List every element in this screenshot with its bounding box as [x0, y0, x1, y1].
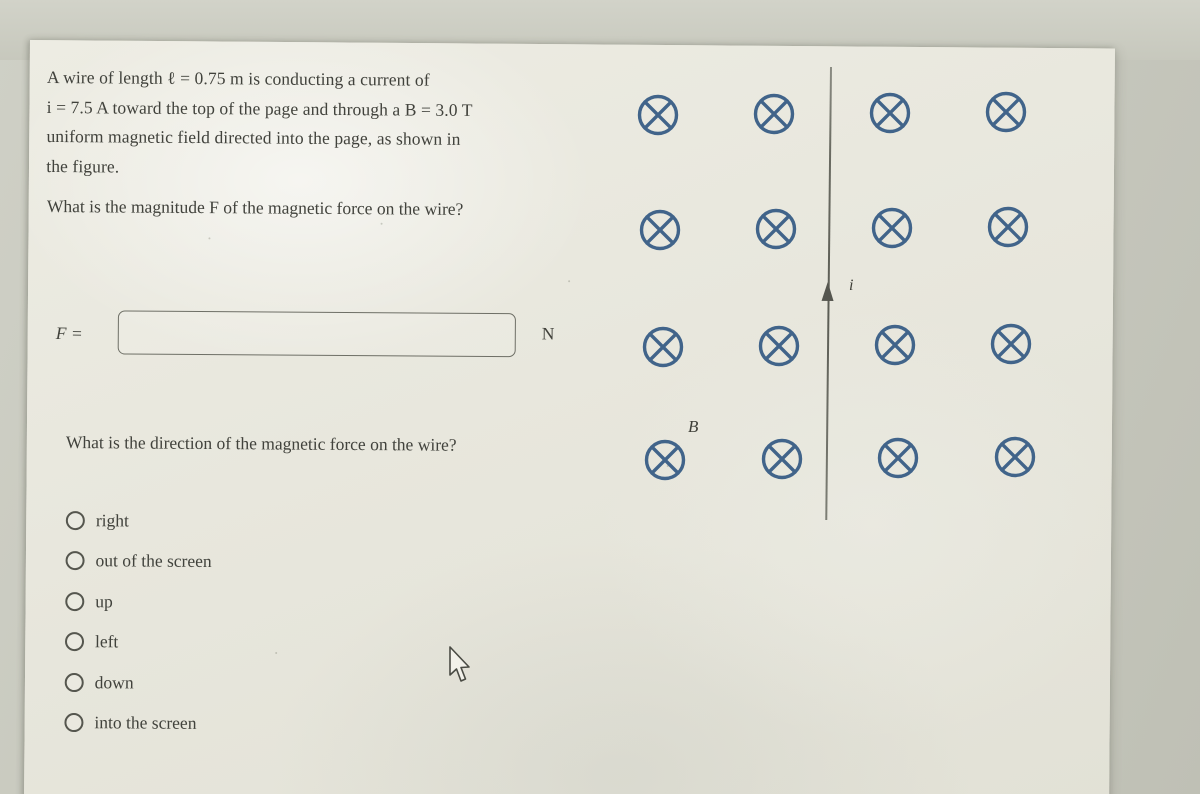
- problem-statement: A wire of length ℓ = 0.75 m is conductin…: [46, 63, 577, 185]
- choice-left[interactable]: left: [64, 621, 211, 663]
- force-label: F =: [55, 322, 83, 344]
- choice-label: up: [95, 590, 113, 612]
- force-input[interactable]: [117, 310, 516, 358]
- current-label: i: [849, 277, 854, 294]
- field-into-page-icon: [870, 206, 914, 250]
- statement-line-1: A wire of length ℓ = 0.75 m is conductin…: [46, 66, 430, 90]
- field-into-page-icon: [986, 205, 1030, 249]
- radio-icon[interactable]: [65, 591, 85, 611]
- field-into-page-icon: [993, 435, 1037, 479]
- choice-into-the-screen[interactable]: into the screen: [64, 702, 210, 744]
- current-carrying-wire: [821, 66, 834, 520]
- field-into-page-icon: [643, 438, 687, 482]
- choice-label: down: [94, 671, 134, 693]
- answer-row: F = N: [56, 306, 576, 370]
- field-into-page-icon: [868, 91, 912, 135]
- choice-out-of-the-screen[interactable]: out of the screen: [65, 540, 212, 582]
- radio-icon[interactable]: [65, 551, 85, 571]
- choice-up[interactable]: up: [65, 581, 211, 623]
- statement-line-4: the figure.: [46, 155, 120, 177]
- field-into-page-icon: [757, 324, 801, 368]
- force-unit-label: N: [541, 323, 555, 344]
- choice-right[interactable]: right: [65, 500, 212, 542]
- choice-list: right out of the screen up left down int…: [64, 500, 212, 744]
- radio-icon[interactable]: [64, 632, 85, 652]
- current-arrow-icon: [821, 281, 834, 302]
- field-into-page-icon: [876, 436, 920, 480]
- choice-label: into the screen: [94, 712, 197, 734]
- radio-icon[interactable]: [64, 713, 84, 733]
- choice-label: left: [94, 631, 119, 652]
- choice-down[interactable]: down: [64, 662, 211, 704]
- choice-label: out of the screen: [95, 550, 212, 572]
- field-into-page-icon: [754, 207, 798, 251]
- radio-icon[interactable]: [65, 510, 85, 530]
- magnetic-field-figure: i B: [610, 55, 1080, 535]
- radio-icon[interactable]: [64, 672, 84, 692]
- page-content: A wire of length ℓ = 0.75 m is conductin…: [0, 0, 1200, 794]
- field-label: B: [688, 417, 699, 436]
- field-into-page-icon: [638, 208, 682, 252]
- statement-line-3: uniform magnetic field directed into the…: [46, 125, 461, 149]
- question-direction: What is the direction of the magnetic fo…: [65, 432, 457, 455]
- mouse-cursor-icon: [448, 645, 474, 687]
- field-into-page-icon: [989, 322, 1033, 366]
- field-into-page-icon: [752, 92, 796, 136]
- field-into-page-icon: [641, 325, 685, 369]
- field-into-page-icon: [636, 93, 680, 137]
- statement-line-2: i = 7.5 A toward the top of the page and…: [46, 96, 473, 120]
- field-into-page-icon: [873, 323, 917, 367]
- field-into-page-icon: [984, 90, 1028, 134]
- choice-label: right: [95, 509, 129, 531]
- field-into-page-icon: [760, 437, 804, 481]
- question-magnitude: What is the magnitude F of the magnetic …: [46, 195, 464, 219]
- screenshot-root: A wire of length ℓ = 0.75 m is conductin…: [0, 0, 1200, 794]
